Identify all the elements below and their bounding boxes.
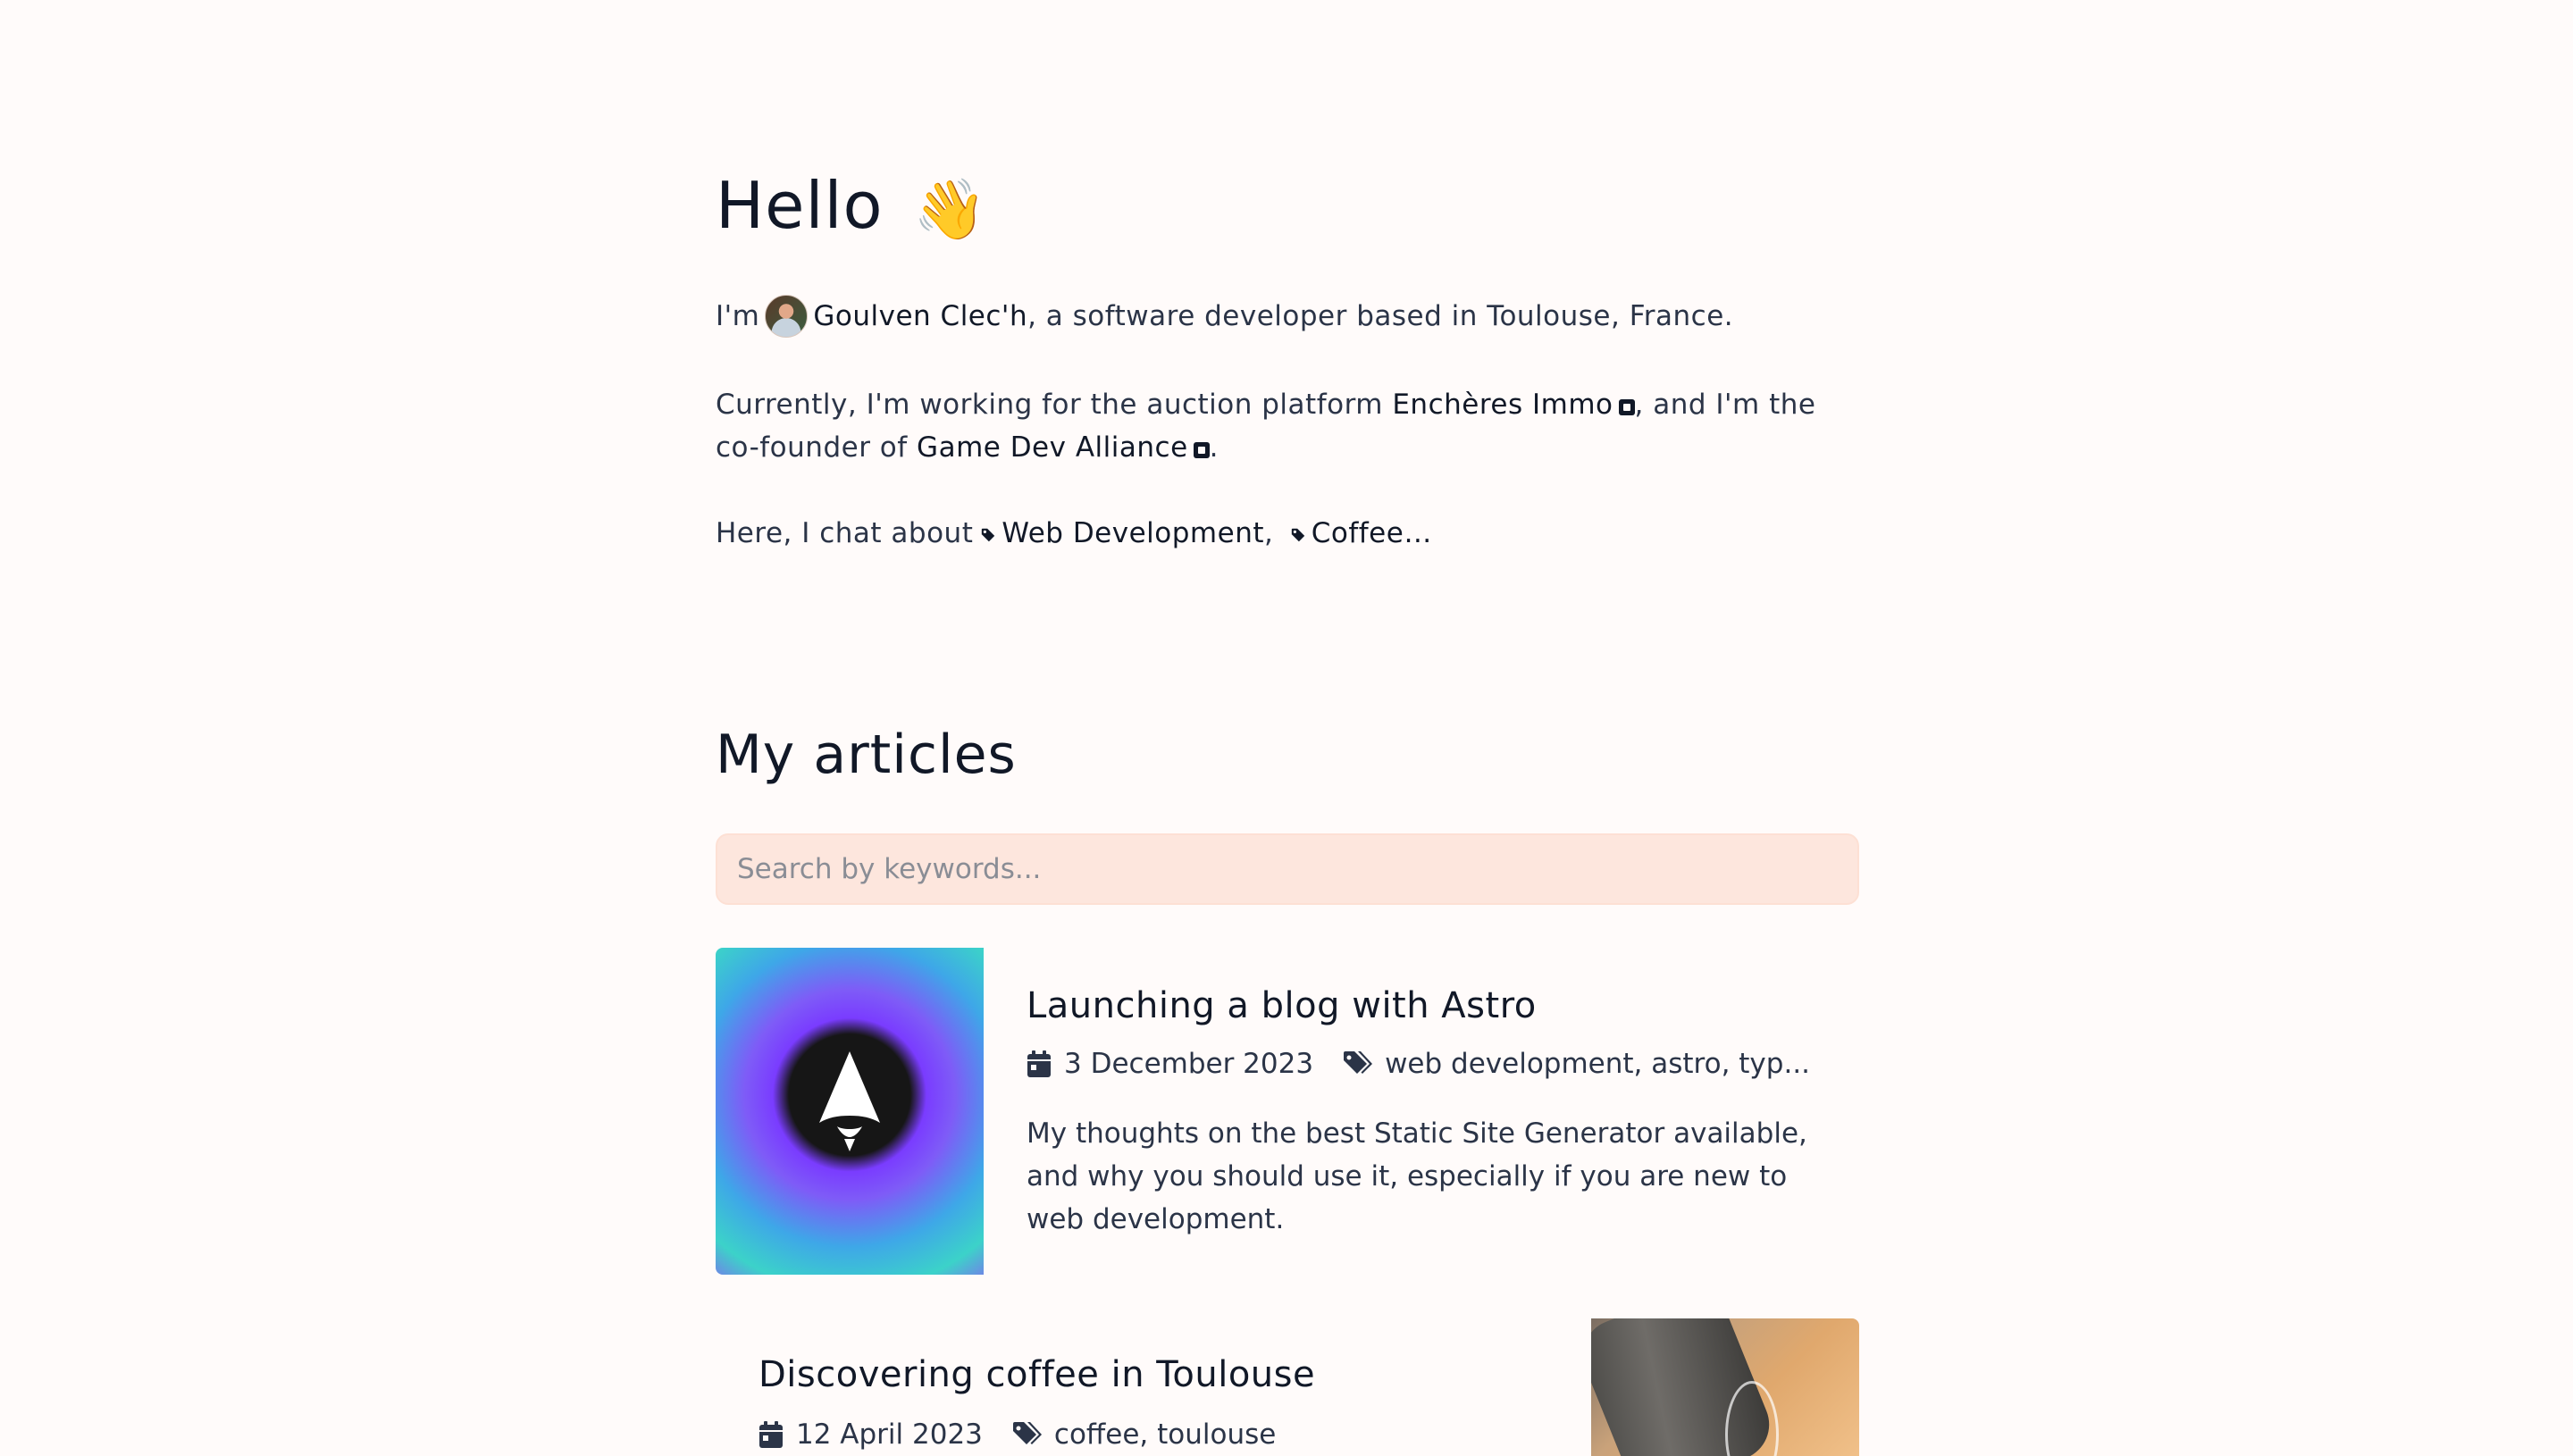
external-link-icon — [1618, 399, 1635, 415]
project-link-label: Game Dev Alliance — [917, 431, 1188, 464]
tags-icon — [1012, 1422, 1042, 1444]
topic-link-web-development[interactable]: Web Development — [973, 517, 1264, 549]
project-link[interactable]: Game Dev Alliance — [917, 431, 1210, 464]
company-link-label: Enchères Immo — [1392, 389, 1613, 421]
tag-icon — [1291, 528, 1304, 542]
topic-label: Web Development — [1002, 517, 1265, 549]
page-title: Hello 👋 — [716, 168, 988, 245]
intro-prefix: I'm — [716, 300, 760, 332]
avatar — [765, 295, 809, 338]
topic-link-coffee[interactable]: Coffee… — [1283, 517, 1432, 549]
topics-paragraph: Here, I chat about Web Development, Coffe… — [716, 512, 1823, 555]
article-thumbnail[interactable] — [1591, 1318, 1859, 1456]
chat-prefix: Here, I chat about — [716, 517, 974, 549]
article-meta: 12 April 2023 coffee, toulouse — [758, 1418, 1276, 1451]
articles-heading: My articles — [716, 724, 1017, 786]
topic-label: Coffee — [1311, 517, 1404, 549]
author-name: Goulven Clec'h — [813, 300, 1028, 332]
article-card[interactable]: Discovering coffee in Toulouse 12 April … — [716, 1318, 1859, 1456]
page: Hello 👋 I'm Goulven Clec'h, a software de… — [0, 0, 2573, 1456]
article-thumbnail[interactable] — [716, 948, 984, 1275]
calendar-icon — [759, 1421, 783, 1448]
external-link-icon — [1193, 442, 1210, 458]
intro-suffix: , a software developer based in Toulouse… — [1027, 300, 1734, 332]
article-card[interactable]: Launching a blog with Astro 3 December 2… — [716, 948, 1859, 1275]
work-end: . — [1209, 431, 1219, 464]
intro-paragraph: I'm Goulven Clec'h, a software developer … — [716, 295, 1823, 338]
hello-text: Hello — [716, 168, 884, 243]
tag-icon — [982, 528, 995, 542]
tags-icon — [1344, 1051, 1373, 1074]
astro-logo-icon — [819, 1051, 880, 1151]
article-title[interactable]: Discovering coffee in Toulouse — [758, 1354, 1315, 1395]
search-input[interactable] — [716, 833, 1859, 905]
article-meta: 3 December 2023 web development, astro, … — [1027, 1048, 1810, 1080]
article-title[interactable]: Launching a blog with Astro — [1027, 985, 1537, 1026]
wave-icon: 👋 — [913, 175, 988, 244]
article-date: 3 December 2023 — [1064, 1048, 1314, 1080]
calendar-icon — [1027, 1050, 1051, 1077]
company-link[interactable]: Enchères Immo — [1392, 389, 1635, 421]
article-date: 12 April 2023 — [796, 1418, 983, 1451]
article-tags: web development, astro, typ... — [1385, 1048, 1811, 1080]
topic-separator: , — [1264, 517, 1274, 549]
work-paragraph: Currently, I'm working for the auction p… — [716, 383, 1841, 469]
article-tags: coffee, toulouse — [1053, 1418, 1277, 1451]
article-excerpt: My thoughts on the best Static Site Gene… — [1027, 1117, 1807, 1235]
topics-ellipsis: … — [1404, 517, 1432, 549]
work-prefix: Currently, I'm working for the auction p… — [716, 389, 1383, 421]
